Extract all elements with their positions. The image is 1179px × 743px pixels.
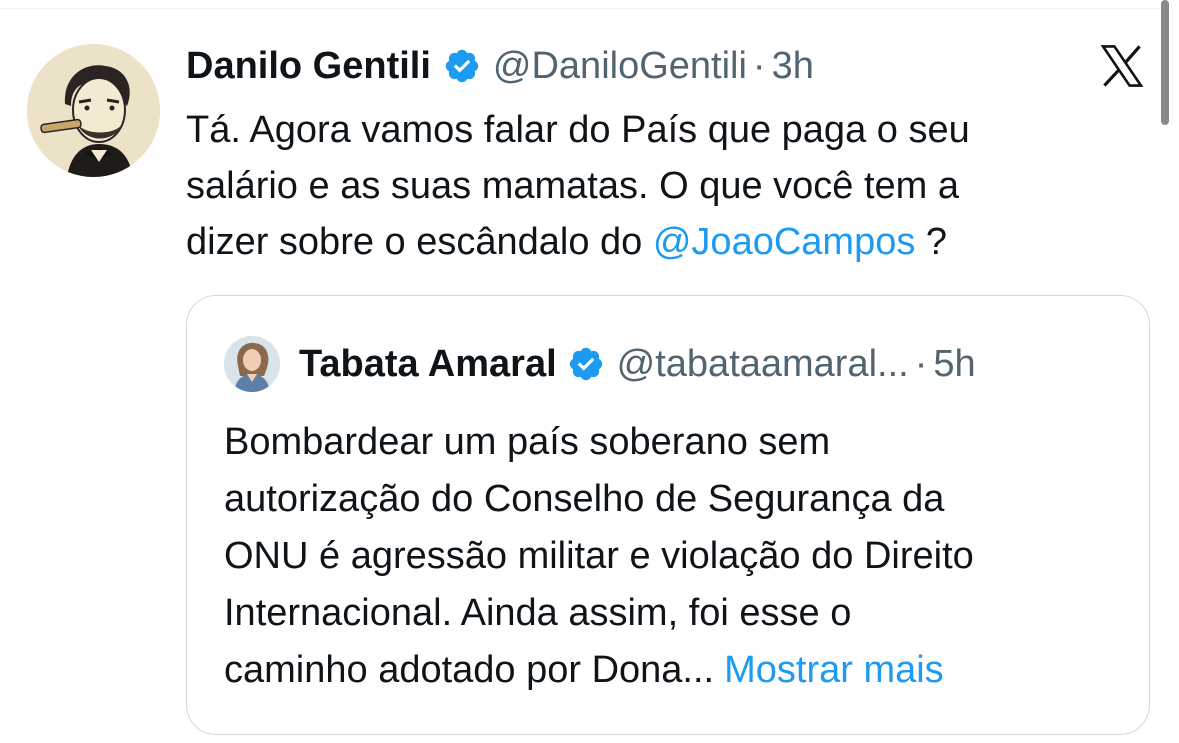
tweet-text-line: Tá. Agora vamos falar do País que paga o… [186,109,970,151]
author-avatar-illustration [27,44,160,177]
quoted-text-line: caminho adotado por Dona... Mostrar mais [224,642,1124,699]
mention-link[interactable]: @JoaoCampos [653,221,915,263]
separator-dot: · [752,44,766,87]
quoted-author-handle[interactable]: @tabataamaral... [617,343,909,386]
verified-badge-icon [445,49,479,83]
tweet-text-segment: dizer sobre o escândalo do [186,221,643,263]
quoted-author-avatar[interactable] [224,336,280,392]
author-name[interactable]: Danilo Gentili [186,45,431,88]
quoted-tweet-body: Bombardear um país soberano sem autoriza… [224,414,1124,699]
tweet-timestamp[interactable]: 3h [772,45,814,88]
tweet-body: Tá. Agora vamos falar do País que paga o… [186,102,1116,270]
tweet-text-segment: ? [915,221,948,263]
quoted-tweet-header: Tabata Amaral @tabataamaral... · 5h [299,336,976,392]
quoted-author-name[interactable]: Tabata Amaral [299,343,557,386]
show-more-link[interactable]: Mostrar mais [724,649,944,691]
separator-dot: · [914,342,928,385]
quoted-text-line: autorização do Conselho de Segurança da [224,478,945,520]
verified-badge-icon [569,347,602,381]
top-divider [0,8,1160,9]
tweet-text-line: dizer sobre o escândalo do @JoaoCampos ? [186,214,1116,270]
quoted-text-line: ONU é agressão militar e violação do Dir… [224,535,974,577]
quoted-tweet-timestamp[interactable]: 5h [933,343,975,386]
scrollbar[interactable] [1161,0,1169,125]
quoted-tweet-card[interactable]: Tabata Amaral @tabataamaral... · 5h Bomb… [186,295,1150,735]
quoted-author-avatar-photo [224,336,280,392]
tweet-text-line: salário e as suas mamatas. O que você te… [186,165,960,207]
x-logo-icon[interactable] [1096,42,1148,90]
quoted-text-line: Internacional. Ainda assim, foi esse o [224,592,852,634]
quoted-text-line: Bombardear um país soberano sem [224,421,831,463]
tweet-header: Danilo Gentili @DaniloGentili · 3h [186,40,814,92]
author-avatar[interactable] [27,44,160,177]
author-handle[interactable]: @DaniloGentili [493,45,747,88]
quoted-text-segment: caminho adotado por Dona... [224,649,715,691]
